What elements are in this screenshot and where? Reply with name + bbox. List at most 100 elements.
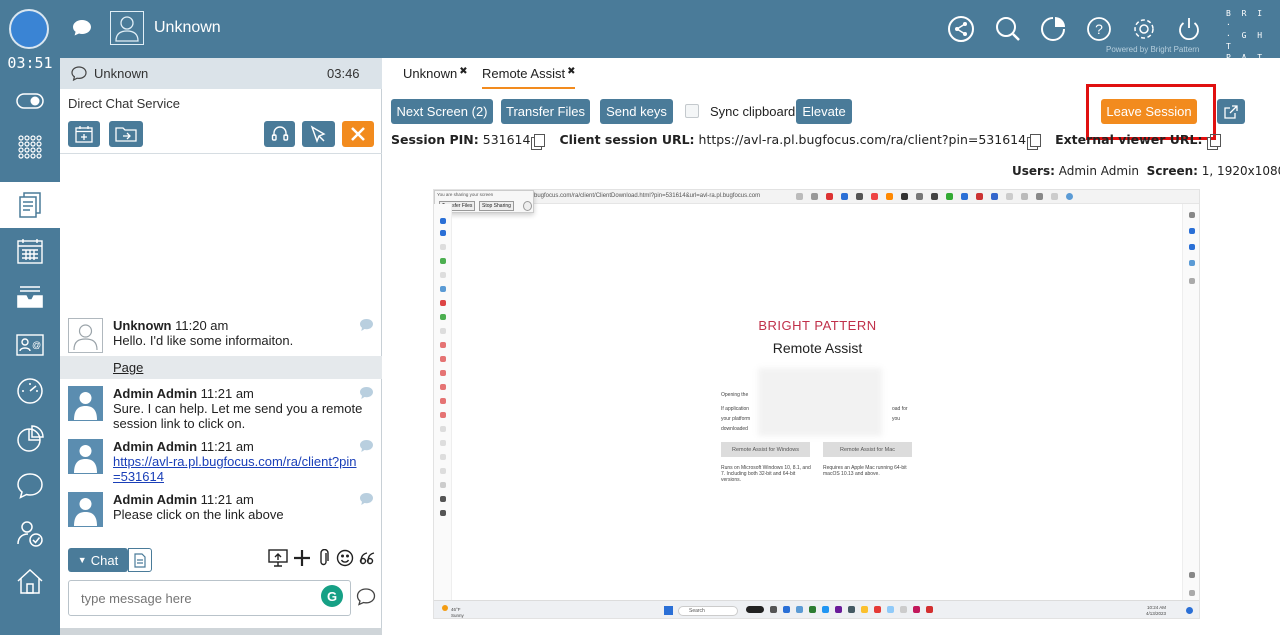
grammarly-icon[interactable]: G bbox=[321, 585, 343, 607]
message-bubble-icon bbox=[360, 440, 373, 452]
close-icon bbox=[351, 127, 365, 141]
remote-windows-download-button: Remote Assist for Windows bbox=[721, 442, 810, 457]
home-icon[interactable] bbox=[0, 558, 60, 604]
sync-clipboard-label: Sync clipboard bbox=[710, 104, 796, 119]
emoji-icon[interactable] bbox=[336, 549, 354, 567]
dashboard-gauge-icon[interactable] bbox=[0, 368, 60, 414]
copy-external-url-icon[interactable] bbox=[1210, 134, 1222, 147]
headset-icon bbox=[271, 126, 288, 141]
copy-pin-icon[interactable] bbox=[534, 134, 546, 147]
tab-close-icon[interactable]: ✖ bbox=[567, 66, 575, 77]
service-title: Direct Chat Service bbox=[68, 96, 180, 111]
remote-notification-icon bbox=[1186, 607, 1193, 614]
external-link-icon bbox=[1224, 104, 1238, 119]
consult-button[interactable] bbox=[264, 121, 295, 147]
remote-right-toolbar bbox=[1182, 204, 1199, 600]
message-text: Please click on the link above bbox=[113, 507, 284, 522]
session-info: Session PIN: 531614 Client session URL: … bbox=[391, 132, 1231, 147]
tab-unknown[interactable]: Unknown ✖ bbox=[403, 60, 468, 89]
avatar bbox=[68, 318, 103, 353]
document-tab-button[interactable] bbox=[128, 548, 152, 572]
conversation-header[interactable]: Unknown 03:46 bbox=[60, 58, 382, 89]
remote-taskbar-apps bbox=[746, 606, 933, 613]
message-author: Admin Admin 11:21 am bbox=[113, 492, 254, 507]
session-users-info: Users: Admin Admin Screen: 1, 1920x1080 bbox=[1012, 164, 1280, 178]
close-conversation-button[interactable] bbox=[342, 121, 374, 147]
calendar-add-icon bbox=[75, 126, 93, 143]
message-text: Hello. I'd like some informaiton. bbox=[113, 333, 294, 348]
panel-divider bbox=[60, 153, 382, 154]
message-bubble-icon bbox=[360, 319, 373, 331]
power-icon[interactable] bbox=[1174, 14, 1204, 44]
remote-session-link[interactable]: https://avl-ra.pl.bugfocus.com/ra/client… bbox=[113, 454, 357, 484]
remote-brand-title: BRIGHT PATTERN bbox=[758, 318, 877, 333]
next-screen-button[interactable]: Next Screen (2) bbox=[391, 99, 493, 124]
remote-taskbar: 46°F Sunny Search 10:24 AM 4/13/2023 bbox=[434, 600, 1199, 618]
remote-browser-icons bbox=[796, 193, 1073, 202]
chat-bubble-icon[interactable] bbox=[0, 463, 60, 509]
activity-chart-icon[interactable] bbox=[1038, 14, 1068, 44]
chat-tab-button[interactable]: ▼ Chat bbox=[68, 548, 128, 572]
search-icon[interactable] bbox=[993, 14, 1023, 44]
apps-grid-icon[interactable] bbox=[0, 124, 60, 170]
inbox-icon[interactable] bbox=[0, 274, 60, 320]
elevate-button[interactable]: Elevate bbox=[796, 99, 852, 124]
contact-card-icon[interactable]: @ bbox=[0, 322, 60, 368]
remote-clock: 10:24 AM 4/13/2023 bbox=[1146, 605, 1167, 616]
remote-page-title: Remote Assist bbox=[772, 340, 863, 356]
share-icon[interactable] bbox=[946, 14, 976, 44]
pie-chart-icon[interactable] bbox=[0, 416, 60, 462]
remote-left-toolbar bbox=[434, 204, 452, 600]
sync-clipboard-checkbox[interactable] bbox=[685, 104, 699, 118]
remote-taskbar-search: Search bbox=[678, 606, 738, 616]
remote-browser-address-bar: bugfocus.com/ra/client/ClientDownload.ht… bbox=[434, 190, 1199, 204]
tab-remote-assist[interactable]: Remote Assist ✖ bbox=[482, 60, 576, 89]
copy-url-icon[interactable] bbox=[1030, 134, 1042, 147]
transfer-files-button[interactable]: Transfer Files bbox=[501, 99, 590, 124]
remote-mac-download-button: Remote Assist for Mac bbox=[823, 442, 912, 457]
toggle-icon[interactable] bbox=[0, 78, 60, 124]
document-icon bbox=[134, 552, 146, 568]
remote-stop-sharing-button: Stop Sharing bbox=[479, 201, 514, 211]
agent-status-button[interactable] bbox=[9, 9, 49, 49]
send-keys-button[interactable]: Send keys bbox=[600, 99, 673, 124]
avatar bbox=[68, 386, 103, 421]
message-text: Sure. I can help. Let me send you a remo… bbox=[113, 401, 363, 431]
page-label[interactable]: Page bbox=[113, 360, 143, 375]
bright-pattern-logo: B R I · · G H T P A T · T E R N bbox=[1226, 9, 1266, 95]
svg-text:@: @ bbox=[32, 340, 41, 350]
transfer-folder-button[interactable] bbox=[109, 121, 143, 147]
folder-transfer-icon bbox=[115, 127, 137, 142]
user-avatar bbox=[110, 11, 144, 45]
message-text: https://avl-ra.pl.bugfocus.com/ra/client… bbox=[113, 454, 358, 484]
help-icon[interactable]: ? bbox=[1084, 14, 1114, 44]
session-pin: 531614 bbox=[482, 132, 531, 147]
remote-blurred-dialog bbox=[758, 368, 882, 436]
conversation-panel: Unknown 03:46 Direct Chat Service Unknow… bbox=[60, 58, 382, 635]
user-check-icon[interactable] bbox=[0, 510, 60, 556]
top-bar: Unknown ? B R I · · G H T P A T · T E R … bbox=[0, 0, 1280, 95]
user-name: Unknown bbox=[154, 19, 221, 36]
plus-icon[interactable] bbox=[293, 549, 311, 567]
avatar bbox=[68, 439, 103, 474]
send-chat-icon[interactable] bbox=[356, 588, 376, 606]
chat-icon[interactable] bbox=[72, 19, 92, 37]
bottom-strip bbox=[60, 628, 382, 635]
tab-close-icon[interactable]: ✖ bbox=[459, 66, 467, 77]
avatar bbox=[68, 492, 103, 527]
remote-weather: 46°F Sunny bbox=[442, 605, 464, 618]
popout-button[interactable] bbox=[1217, 99, 1245, 124]
screen-share-icon[interactable] bbox=[268, 549, 288, 567]
message-author: Unknown 11:20 am bbox=[113, 318, 229, 333]
documents-icon[interactable] bbox=[0, 182, 60, 228]
calendar-icon[interactable] bbox=[0, 228, 60, 274]
gear-icon[interactable] bbox=[1129, 14, 1159, 44]
message-bubble-icon bbox=[360, 493, 373, 505]
flag-button[interactable] bbox=[302, 121, 335, 147]
schedule-button[interactable] bbox=[68, 121, 100, 147]
message-author: Admin Admin 11:21 am bbox=[113, 439, 254, 454]
message-input[interactable] bbox=[68, 580, 351, 616]
quick-reply-icon[interactable] bbox=[359, 549, 377, 567]
attachment-icon[interactable] bbox=[318, 549, 330, 567]
remote-screen-view[interactable]: bugfocus.com/ra/client/ClientDownload.ht… bbox=[433, 189, 1200, 619]
